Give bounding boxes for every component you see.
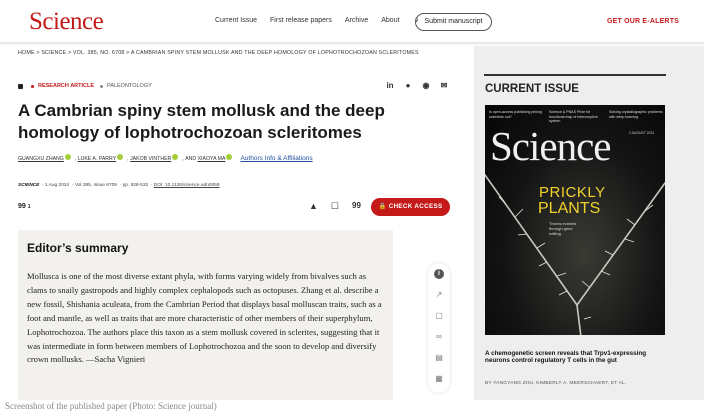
author-conjunction: AND xyxy=(185,155,197,162)
editor-summary: Editor’s summary Mollusca is one of the … xyxy=(18,230,393,400)
article-category[interactable]: PALEONTOLOGY xyxy=(107,83,152,89)
lock-icon: 🔒 xyxy=(378,203,389,210)
current-issue-heading: CURRENT ISSUE xyxy=(485,83,579,95)
volume-issue[interactable]: Vol 385, Issue 6708 xyxy=(75,183,117,188)
nav-about-label: About xyxy=(381,17,400,24)
orcid-icon[interactable] xyxy=(226,153,233,160)
cover-teaser: Solving crystallographic problems with d… xyxy=(609,110,663,119)
linkedin-icon[interactable]: in xyxy=(385,81,395,90)
citation-line: SCIENCE · 1 Aug 2024 · Vol 385, Issue 67… xyxy=(18,183,220,188)
site-header: Science Current Issue First release pape… xyxy=(0,0,704,42)
citation-count[interactable]: 99 1 xyxy=(18,203,31,210)
nav-archive[interactable]: Archive xyxy=(345,17,368,24)
quote-icon[interactable]: 99 xyxy=(352,201,361,212)
pages: pp. 528-532 xyxy=(122,183,149,188)
featured-article-byline: BY YANGYANG ZHU, KIMBERLY A. MEERSCHAERT… xyxy=(485,381,627,386)
cover-subheadline: Thorns evolved through gene editing xyxy=(549,221,577,236)
journal-name: SCIENCE xyxy=(18,183,40,188)
article-actions: ▲ ☐ 99 xyxy=(309,201,361,212)
share-bar: in ● ◉ ✉ xyxy=(385,81,449,90)
article-title: A Cambrian spiny stem mollusk and the de… xyxy=(18,101,385,142)
category-dot xyxy=(100,84,104,88)
lock-icon xyxy=(18,83,23,89)
cover-date: 2 AUGUST 2024 xyxy=(629,131,655,135)
doi-link[interactable]: DOI: 10.1126/science.adn0059 xyxy=(154,183,220,188)
bookmark-icon[interactable]: ☐ xyxy=(331,201,339,212)
pub-date: 1 Aug 2024 xyxy=(44,183,70,188)
author-name[interactable]: LUKE A. PARRY xyxy=(78,156,116,162)
document-icon[interactable]: ▤ xyxy=(434,353,444,363)
authors-info-link[interactable]: Authors Info & Affiliations xyxy=(240,155,312,162)
article-type: RESEARCH ARTICLE xyxy=(38,83,95,89)
orcid-icon[interactable] xyxy=(172,153,179,160)
cover-headline-2: PLANTS xyxy=(538,200,601,217)
editor-summary-heading: Editor’s summary xyxy=(27,241,129,255)
submit-manuscript-button[interactable]: Submit manuscript xyxy=(415,13,492,31)
citation-count-value: 1 xyxy=(27,204,31,210)
nav-current-issue[interactable]: Current Issue xyxy=(215,17,257,24)
featured-article-link[interactable]: A chemogenetic screen reveals that Trpv1… xyxy=(485,350,667,365)
quote-icon: 99 xyxy=(18,203,26,210)
link-icon[interactable]: ∞ xyxy=(434,332,444,342)
trending-icon[interactable]: ↗ xyxy=(434,290,444,300)
issue-cover[interactable]: Is open-access publishing pricing scient… xyxy=(485,105,665,335)
breadcrumb[interactable]: HOME > SCIENCE > VOL. 385, NO. 6708 > A … xyxy=(18,50,419,56)
image-caption: Screenshot of the published paper (Photo… xyxy=(5,401,217,411)
e-alerts-link[interactable]: GET OUR E-ALERTS xyxy=(607,18,679,25)
info-icon[interactable]: i xyxy=(434,269,444,279)
check-access-label: CHECK ACCESS xyxy=(388,203,443,210)
cover-logo: Science xyxy=(490,123,611,169)
cover-headline: PRICKLY xyxy=(539,184,606,201)
check-access-button[interactable]: 🔒 CHECK ACCESS xyxy=(371,198,450,216)
table-icon[interactable]: ▦ xyxy=(434,374,444,384)
orcid-icon[interactable] xyxy=(117,153,124,160)
reddit-icon[interactable]: ● xyxy=(403,81,413,90)
email-icon[interactable]: ✉ xyxy=(439,81,449,90)
type-dot xyxy=(31,84,34,88)
main-nav: Current Issue First release papers Archi… xyxy=(215,17,445,24)
sidebar-rule xyxy=(484,74,666,76)
author-name[interactable]: GUANGXU ZHANG xyxy=(18,156,64,162)
author-list: GUANGXU ZHANG, LUKE A. PARRY, JAKOB VINT… xyxy=(18,153,313,162)
orcid-icon[interactable] xyxy=(64,153,71,160)
author-name[interactable]: JAKOB VINTHER xyxy=(130,156,171,162)
wechat-icon[interactable]: ◉ xyxy=(421,81,431,90)
article-meta: RESEARCH ARTICLE PALEONTOLOGY xyxy=(18,83,152,89)
nav-first-release[interactable]: First release papers xyxy=(270,17,332,24)
lock-icon[interactable]: ▢ xyxy=(434,311,444,321)
editor-summary-body: Mollusca is one of the most diverse exta… xyxy=(27,271,382,365)
author-name[interactable]: XIAOYA MA xyxy=(198,156,226,162)
bell-icon[interactable]: ▲ xyxy=(309,201,318,212)
article-tools: i ↗ ▢ ∞ ▤ ▦ xyxy=(428,263,450,393)
science-logo[interactable]: Science xyxy=(29,8,104,36)
